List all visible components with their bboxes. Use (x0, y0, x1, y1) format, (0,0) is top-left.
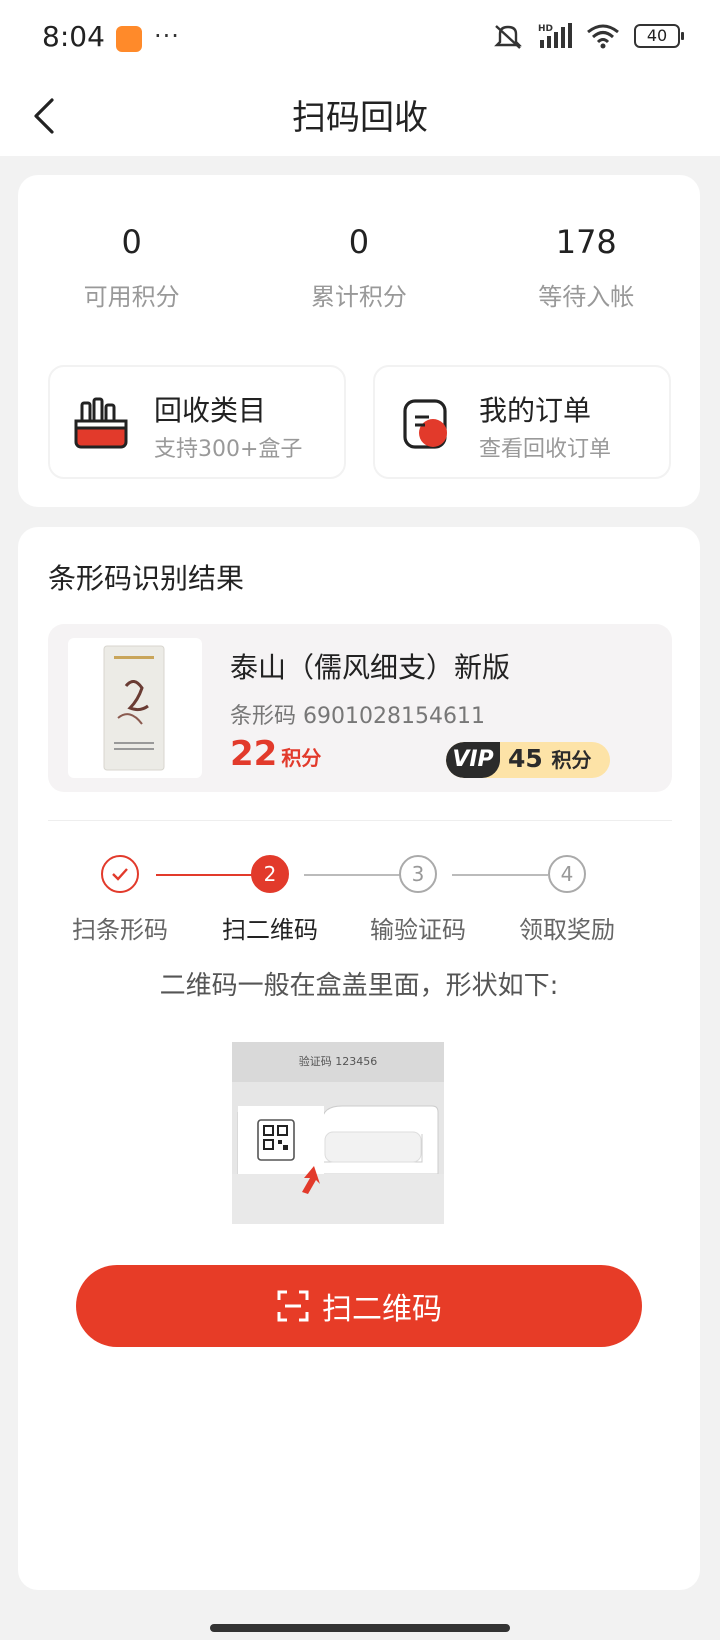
more-notifications-icon: ··· (154, 22, 180, 50)
svg-text:HD: HD (538, 24, 553, 34)
step-1-check-icon (101, 855, 139, 893)
step-label: 扫二维码 (222, 916, 318, 944)
step-label: 领取奖励 (519, 916, 615, 944)
product-name: 泰山（儒风细支）新版 (230, 651, 511, 684)
points-stats: 0 可用积分 0 累计积分 178 等待入帐 (18, 175, 700, 312)
step-4-indicator: 4 (548, 855, 586, 893)
qr-location-illustration: 验证码 123456 (232, 1042, 444, 1224)
scan-result-card: 条形码识别结果 泰山（儒风细支）新版 条形码 6901028154611 22 积… (18, 527, 700, 1590)
tile-title: 我的订单 (479, 394, 592, 427)
system-icons: HD 40 (492, 22, 684, 50)
points-unit: 积分 (281, 746, 322, 770)
step-label: 扫条形码 (72, 916, 168, 944)
divider (48, 820, 672, 821)
stat-label: 可用积分 (83, 283, 180, 311)
stat-value: 0 (348, 223, 370, 261)
recycle-box-icon (74, 397, 128, 449)
summary-card: 0 可用积分 0 累计积分 178 等待入帐 回收类目 支持300+盒子 我的订… (18, 175, 700, 507)
tile-subtitle: 查看回收订单 (479, 437, 612, 462)
step-connector (156, 874, 252, 876)
scan-qr-button[interactable]: 扫二维码 (76, 1265, 642, 1347)
stat-label: 等待入帐 (538, 283, 635, 311)
stat-value: 0 (121, 223, 142, 261)
vip-points-badge: VIP 45 积分 (446, 742, 610, 778)
home-indicator[interactable] (210, 1624, 510, 1632)
vip-points: 45 积分 (508, 744, 592, 773)
stat-total: 0 累计积分 (245, 175, 472, 312)
signal-icon: HD (538, 23, 572, 48)
illustration-code-text: 验证码 123456 (299, 1054, 378, 1068)
progress-steps: 2 3 4 扫条形码 扫二维码 输验证码 领取奖励 (18, 825, 700, 944)
scan-frame-icon (277, 1290, 309, 1322)
step-connector (452, 874, 548, 876)
product-image (68, 638, 202, 778)
points-reward: 22 积分 (230, 734, 321, 774)
status-bar: 8:04 ··· HD 40 (0, 0, 720, 78)
points-value: 22 (230, 734, 278, 774)
tile-subtitle: 支持300+盒子 (154, 437, 303, 462)
vip-tag: VIP (446, 742, 500, 778)
vip-points-unit: 积分 (551, 748, 592, 772)
stat-label: 累计积分 (310, 283, 407, 311)
step-2-indicator: 2 (251, 855, 289, 893)
app-notification-icon (116, 26, 142, 52)
recycle-categories-tile[interactable]: 回收类目 支持300+盒子 (48, 365, 346, 479)
vip-points-value: 45 (508, 744, 543, 773)
order-icon (403, 399, 447, 449)
mute-icon (494, 25, 522, 49)
barcode-number: 条形码 6901028154611 (230, 704, 485, 729)
product-result: 泰山（儒风细支）新版 条形码 6901028154611 22 积分 VIP 45… (48, 624, 672, 792)
battery-icon: 40 (634, 24, 684, 48)
step-label: 输验证码 (370, 916, 466, 944)
my-orders-tile[interactable]: 我的订单 查看回收订单 (373, 365, 671, 479)
step-connector (304, 874, 400, 876)
scan-button-label: 扫二维码 (322, 1292, 442, 1327)
section-title: 条形码识别结果 (48, 562, 245, 595)
nav-bar: 扫码回收 (0, 78, 720, 156)
wifi-icon (587, 24, 619, 49)
tile-title: 回收类目 (154, 394, 267, 427)
status-time: 8:04 (42, 20, 105, 53)
stat-pending: 178 等待入帐 (473, 175, 700, 312)
step-3-indicator: 3 (399, 855, 437, 893)
qr-location-hint: 二维码一般在盒盖里面，形状如下: (159, 971, 559, 1001)
stat-available: 0 可用积分 (18, 175, 245, 312)
stat-value: 178 (555, 223, 617, 261)
page-title: 扫码回收 (292, 98, 428, 138)
